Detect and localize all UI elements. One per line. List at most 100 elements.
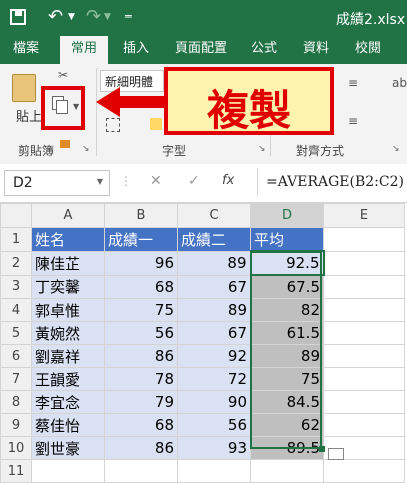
cell-score1[interactable]: 78 <box>104 367 178 391</box>
row-header[interactable]: 10 <box>0 436 32 460</box>
tab-page-layout[interactable]: 頁面配置 <box>166 36 236 64</box>
format-painter-icon[interactable] <box>60 140 70 148</box>
column-header-d[interactable]: D <box>250 203 324 228</box>
tab-data[interactable]: 資料 <box>294 36 338 64</box>
undo-icon[interactable]: ↶ <box>48 6 63 27</box>
cell-average[interactable]: 89.5 <box>250 436 324 460</box>
cell-empty[interactable] <box>323 321 405 345</box>
cell-average[interactable]: 61.5 <box>250 321 324 345</box>
row-header[interactable]: 8 <box>0 390 32 414</box>
tab-file[interactable]: 檔案 <box>4 36 48 64</box>
row-header[interactable]: 11 <box>0 459 32 483</box>
cell-empty[interactable] <box>323 459 405 483</box>
cell-score1[interactable]: 86 <box>104 436 178 460</box>
row-header[interactable]: 6 <box>0 344 32 368</box>
cell-name[interactable]: 李宜念 <box>31 390 105 414</box>
fill-handle[interactable] <box>319 446 325 452</box>
cell-score2[interactable]: 90 <box>177 390 251 414</box>
enter-icon[interactable]: ✓ <box>188 173 200 189</box>
redo-icon[interactable]: ↷ <box>86 6 101 27</box>
cell-average[interactable]: 84.5 <box>250 390 324 414</box>
row-header[interactable]: 3 <box>0 274 32 299</box>
cut-icon[interactable]: ✂ <box>58 68 68 82</box>
font-launcher-icon[interactable]: ↘ <box>258 144 266 154</box>
cell-c1[interactable]: 成績二 <box>177 227 251 252</box>
cell-name[interactable]: 郭卓惟 <box>31 298 105 322</box>
cell-d1[interactable]: 平均 <box>250 227 324 252</box>
cell-score2[interactable]: 92 <box>177 344 251 368</box>
quick-analysis-icon[interactable] <box>328 448 344 460</box>
save-icon[interactable] <box>10 9 26 25</box>
tab-formulas[interactable]: 公式 <box>244 36 284 64</box>
cell-score2[interactable]: 89 <box>177 298 251 322</box>
cell-score1[interactable]: 79 <box>104 390 178 414</box>
cell-empty[interactable] <box>323 298 405 322</box>
tab-home[interactable]: 常用 <box>60 36 108 64</box>
column-header-a[interactable]: A <box>31 203 105 228</box>
tab-review[interactable]: 校閱 <box>346 36 390 64</box>
cell-b1[interactable]: 成績一 <box>104 227 178 252</box>
borders-icon[interactable] <box>106 118 120 132</box>
cell-score1[interactable]: 75 <box>104 298 178 322</box>
customize-qat-icon[interactable]: ═ <box>125 10 132 23</box>
cell-score1[interactable]: 68 <box>104 413 178 437</box>
cell-score2[interactable]: 67 <box>177 274 251 299</box>
cancel-icon[interactable]: ✕ <box>150 173 162 189</box>
column-header-e[interactable]: E <box>323 203 405 228</box>
cell-name[interactable]: 蔡佳怡 <box>31 413 105 437</box>
cell-name[interactable]: 劉世豪 <box>31 436 105 460</box>
fill-color-icon[interactable] <box>150 118 162 130</box>
cell-score2[interactable]: 56 <box>177 413 251 437</box>
row-header[interactable]: 1 <box>0 227 32 252</box>
row-header[interactable]: 5 <box>0 321 32 345</box>
cell-empty[interactable] <box>104 459 178 483</box>
cell-empty[interactable] <box>323 274 405 299</box>
cell-average[interactable]: 62 <box>250 413 324 437</box>
cell-empty[interactable] <box>323 367 405 391</box>
cell-e1[interactable] <box>323 227 405 252</box>
cell-name[interactable]: 王韻愛 <box>31 367 105 391</box>
cell-score1[interactable]: 96 <box>104 250 178 276</box>
cell-score1[interactable]: 68 <box>104 274 178 299</box>
redo-dropdown-icon[interactable]: ▼ <box>104 12 111 22</box>
formula-input[interactable]: =AVERAGE(B2:C2) <box>257 168 407 196</box>
cell-average[interactable]: 67.5 <box>250 274 324 299</box>
cell-name[interactable]: 陳佳芷 <box>31 250 105 276</box>
row-header[interactable]: 9 <box>0 413 32 437</box>
insert-function-icon[interactable]: fx <box>222 173 234 188</box>
align-center-icon[interactable]: ≡ <box>348 76 358 90</box>
copy-dropdown-icon[interactable]: ▼ <box>73 102 79 111</box>
cell-score1[interactable]: 56 <box>104 321 178 345</box>
cell-name[interactable]: 丁奕馨 <box>31 274 105 299</box>
tab-insert[interactable]: 插入 <box>114 36 158 64</box>
row-header[interactable]: 4 <box>0 298 32 322</box>
cell-average[interactable]: 89 <box>250 344 324 368</box>
cell-average-active[interactable]: 92.5 <box>249 250 325 276</box>
cell-name[interactable]: 劉嘉祥 <box>31 344 105 368</box>
cell-average[interactable]: 82 <box>250 298 324 322</box>
align-center-icon-2[interactable]: ≡ <box>348 114 358 128</box>
cell-score2[interactable]: 93 <box>177 436 251 460</box>
column-header-b[interactable]: B <box>104 203 178 228</box>
row-header[interactable]: 7 <box>0 367 32 391</box>
cell-empty[interactable] <box>177 459 251 483</box>
cell-name[interactable]: 黃婉然 <box>31 321 105 345</box>
paste-icon[interactable] <box>12 74 36 102</box>
row-header[interactable]: 2 <box>0 250 32 276</box>
alignment-launcher-icon[interactable]: ↘ <box>392 144 400 154</box>
name-box-dropdown-icon[interactable]: ▼ <box>97 177 103 186</box>
cell-a1[interactable]: 姓名 <box>31 227 105 252</box>
clipboard-launcher-icon[interactable]: ↘ <box>82 144 90 154</box>
cell-score2[interactable]: 72 <box>177 367 251 391</box>
cell-empty[interactable] <box>250 459 324 483</box>
name-box[interactable]: D2 ▼ <box>4 170 110 196</box>
cell-score2[interactable]: 89 <box>177 250 251 276</box>
cell-empty[interactable] <box>323 413 405 437</box>
cell-empty[interactable] <box>323 344 405 368</box>
formula-bar-grip-icon[interactable]: ⋮ <box>120 174 132 188</box>
cell-score1[interactable]: 86 <box>104 344 178 368</box>
select-all-corner[interactable] <box>0 203 32 228</box>
cell-empty[interactable] <box>323 390 405 414</box>
undo-dropdown-icon[interactable]: ▼ <box>68 12 75 22</box>
column-header-c[interactable]: C <box>177 203 251 228</box>
